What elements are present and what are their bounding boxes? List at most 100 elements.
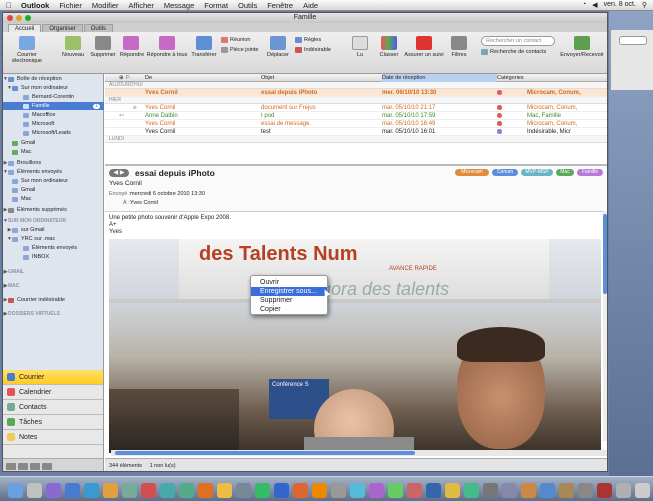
new-button[interactable]: Nouveau [61,36,85,58]
nav-notes[interactable]: Notes [3,430,103,445]
background-window[interactable] [610,30,653,90]
group-monday[interactable]: LUNDI [105,136,607,143]
address-book-icon[interactable] [122,483,137,498]
section-mac[interactable]: ▶ MAC [3,282,104,290]
reply-all-button[interactable]: Répondre à tous [146,36,188,58]
tab-outils[interactable]: Outils [83,24,114,32]
reply-button[interactable]: Répondre [120,36,144,58]
word-icon[interactable] [274,483,289,498]
close-icon[interactable] [7,15,13,21]
wifi-icon[interactable]: ◔ [582,1,586,9]
column-categories[interactable]: Catégories [497,74,524,82]
folder-microsoft-leads[interactable]: Microsoft/Leads [3,129,104,137]
numbers-icon[interactable] [464,483,479,498]
view-grid-icon[interactable] [42,462,52,470]
view-preview-icon[interactable] [30,462,40,470]
delete-button[interactable]: Supprimer [89,36,117,58]
keynote-icon[interactable] [426,483,441,498]
preview-icon[interactable] [160,483,175,498]
network-icon[interactable] [502,483,517,498]
folder-on-my-computer[interactable]: ▼ Sur mon ordinateur [3,84,104,92]
message-from[interactable]: Yves Cornil [109,180,142,187]
menu-format[interactable]: Format [199,1,233,10]
nav-mail[interactable]: Courrier [3,370,103,385]
utility-icon[interactable] [483,483,498,498]
menu-modifier[interactable]: Modifier [87,1,124,10]
contact-search-button[interactable]: Recherche de contacts [481,49,546,55]
nav-calendar[interactable]: Calendrier [3,385,103,400]
junk-button[interactable]: Indésirable [295,47,331,53]
safari-icon[interactable] [84,483,99,498]
menu-fenetre[interactable]: Fenêtre [262,1,298,10]
menu-message[interactable]: Message [159,1,199,10]
x11-icon[interactable] [597,483,612,498]
itunes-icon[interactable] [46,483,61,498]
filters-button[interactable]: Filtres [449,36,469,58]
vlc-icon[interactable] [217,483,232,498]
folder-sent[interactable]: ▼ Éléments envoyés [3,168,104,176]
column-status-icon[interactable]: ⊕ ⚐ [119,74,130,82]
folder-mac[interactable]: Mac [3,148,104,156]
follow-up-button[interactable]: Assurer un suivi [403,36,445,58]
folder-inbox[interactable]: ▼ Boîte de réception [3,75,104,83]
excel-icon[interactable] [255,483,270,498]
message-row[interactable]: Yves Cornil essai de message. mar. 05/10… [105,120,607,128]
to-recipient[interactable]: Yves Cornil [130,200,158,206]
documents-icon[interactable] [559,483,574,498]
contact-search-input[interactable]: Rechercher un contact [481,36,555,46]
folder-drafts[interactable]: ▶ Brouillons [3,159,104,167]
system-preferences-icon[interactable] [236,483,251,498]
iphoto-icon[interactable] [179,483,194,498]
folder-sent-mac[interactable]: Mac [3,195,104,203]
folder-gmail[interactable]: Gmail [3,139,104,147]
message-row[interactable]: ⌀ Yves Cornil document sur Frejus mar. 0… [105,104,607,112]
downloads-icon[interactable] [540,483,555,498]
column-from[interactable]: De [145,74,152,82]
message-row[interactable]: Yves Cornil essai depuis iPhoto mer. 06/… [105,89,607,97]
category-tag[interactable]: Famille [577,169,603,176]
app-store-icon[interactable] [350,483,365,498]
menu-delete[interactable]: Supprimer [251,296,327,305]
archive-icon[interactable] [521,483,536,498]
garageband-icon[interactable] [388,483,403,498]
scroll-thumb[interactable] [603,214,607,294]
categorize-button[interactable]: Classer [377,36,401,58]
send-receive-button[interactable]: Envoyer/Recevoir [559,36,605,58]
nav-contacts[interactable]: Contacts [3,400,103,415]
menu-app[interactable]: Outlook [16,1,54,10]
nav-arrows-icon[interactable]: ◀ ▶ [109,169,129,177]
category-tag[interactable]: Mac [556,169,574,176]
mail-icon[interactable] [65,483,80,498]
folder-deleted[interactable]: ▶ Éléments supprimés [3,206,104,214]
minimize-icon[interactable] [16,15,22,21]
stack-icon[interactable] [616,483,631,498]
group-today[interactable]: AUJOURD'HUI [105,82,607,89]
folder-microsoft[interactable]: Microsoft [3,120,104,128]
zoom-icon[interactable] [25,15,31,21]
imovie-icon[interactable] [369,483,384,498]
view-columns-icon[interactable] [18,462,28,470]
vertical-scrollbar[interactable] [603,211,607,441]
section-smart-folders[interactable]: ▶ DOSSIERS VIRTUELS [3,310,104,318]
folder-yrc-sur-mac[interactable]: ▼ YRC sur .mac [3,235,104,243]
idvd-icon[interactable] [407,483,422,498]
menu-outils[interactable]: Outils [233,1,262,10]
volume-icon[interactable]: ◀ [592,1,597,9]
finder-icon[interactable] [8,483,23,498]
read-button[interactable]: Lu [350,36,370,58]
column-subject[interactable]: Objet [261,74,274,82]
outlook-icon[interactable] [312,483,327,498]
group-yesterday[interactable]: HIER [105,97,607,104]
clock[interactable]: ven. 8 oct. [604,1,636,9]
applications-icon[interactable] [578,483,593,498]
menu-copy[interactable]: Copier [251,305,327,314]
message-row[interactable]: ↩ Anne Dalbin I pod mar. 05/10/10 17:59 … [105,112,607,120]
meeting-button[interactable]: Réunion [221,37,251,43]
powerpoint-icon[interactable] [293,483,308,498]
section-on-my-computer[interactable]: ▼ SUR MON ORDINATEUR [3,217,104,225]
tab-organiser[interactable]: Organiser [42,24,83,32]
message-row[interactable]: Yves Cornil test mar. 05/10/10 16:01 Ind… [105,128,607,136]
attachment-button[interactable]: Pièce jointe [221,47,258,53]
category-tag[interactable]: MVP-MSP [521,169,553,176]
menu-open[interactable]: Ouvrir [251,278,327,287]
